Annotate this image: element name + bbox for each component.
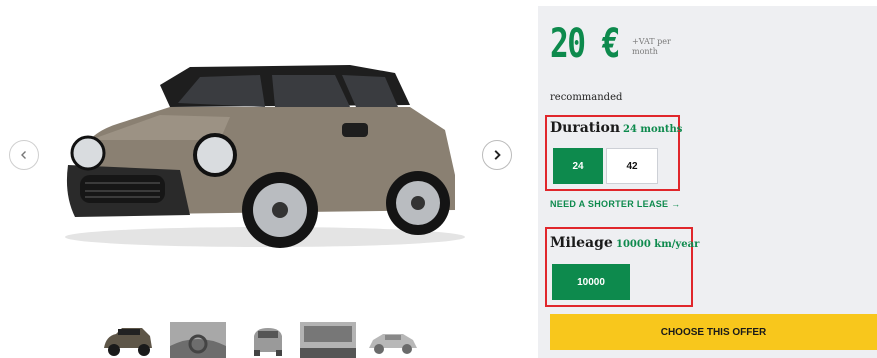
car-gallery (0, 0, 535, 358)
mileage-option-10000[interactable]: 10000 (552, 264, 630, 300)
price: 20 € (550, 21, 620, 67)
offer-panel: 20 € +VAT per month recommanded Duration… (538, 6, 877, 358)
car-main-image (65, 65, 465, 248)
price-note: +VAT per month (632, 37, 671, 56)
shorter-lease-link[interactable]: NEED A SHORTER LEASE → (550, 199, 680, 209)
duration-value: 24 months (623, 124, 683, 135)
duration-option-24[interactable]: 24 (553, 148, 603, 184)
chevron-right-icon (494, 150, 501, 160)
choose-offer-button[interactable]: CHOOSE THIS OFFER (550, 314, 877, 350)
thumbnail-rear[interactable] (240, 322, 296, 358)
duration-option-42[interactable]: 42 (606, 148, 658, 184)
recommended-label: recommanded (550, 92, 623, 103)
chevron-left-icon (21, 151, 26, 159)
gallery-prev-button[interactable] (9, 140, 39, 170)
thumbnail-strip (100, 322, 420, 358)
thumbnail-interior[interactable] (170, 322, 226, 358)
thumbnail-front[interactable] (100, 322, 156, 358)
duration-title: Duration (550, 120, 621, 136)
mileage-title: Mileage (550, 235, 613, 251)
thumbnail-dashboard[interactable] (300, 322, 356, 358)
mileage-value: 10000 km/year (616, 239, 700, 250)
thumbnail-side[interactable] (365, 322, 421, 358)
gallery-next-button[interactable] (482, 140, 512, 170)
